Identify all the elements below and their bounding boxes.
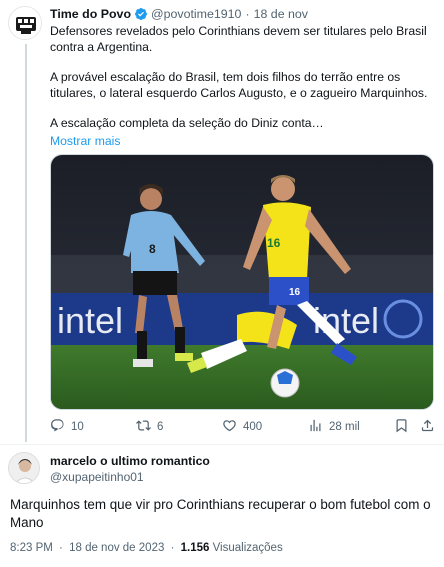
header-separator: · bbox=[245, 7, 250, 21]
meta-separator: · bbox=[170, 542, 175, 554]
share-button[interactable] bbox=[420, 418, 435, 436]
tweet-header: Time do Povo @povotime1910 · 18 de nov bbox=[50, 6, 436, 22]
reply-count: 10 bbox=[71, 421, 84, 433]
reply-time[interactable]: 8:23 PM bbox=[10, 542, 53, 554]
reply-author-handle[interactable]: @xupapeitinho01 bbox=[50, 470, 144, 484]
views-icon bbox=[308, 418, 323, 436]
tweet-actions: 10 6 400 28 mil bbox=[50, 418, 436, 436]
author-name[interactable]: Time do Povo bbox=[50, 6, 131, 22]
jersey-number: 16 bbox=[267, 236, 281, 250]
tweet-paragraph: Defensores revelados pelo Corinthians de… bbox=[50, 24, 427, 54]
retweet-button[interactable]: 6 bbox=[136, 418, 163, 436]
like-button[interactable]: 400 bbox=[222, 418, 262, 436]
tweet-media-photo[interactable]: intel intel 8 16 16 bbox=[50, 154, 434, 410]
divider bbox=[0, 444, 444, 445]
bookmark-button[interactable] bbox=[394, 418, 409, 436]
jersey-number: 8 bbox=[149, 242, 156, 256]
author-avatar[interactable] bbox=[8, 6, 42, 40]
verified-badge-icon bbox=[134, 7, 148, 21]
reply-views-label: Visualizações bbox=[212, 542, 283, 554]
tweet-paragraph: A provável escalação do Brasil, tem dois… bbox=[50, 70, 428, 100]
bookmark-icon bbox=[394, 418, 409, 436]
reply-views-count: 1.156 bbox=[180, 542, 210, 554]
reply-date[interactable]: 18 de nov de 2023 bbox=[69, 542, 164, 554]
tweet-date[interactable]: 18 de nov bbox=[254, 6, 308, 22]
thread-connector-line bbox=[25, 44, 27, 442]
reply-author-name[interactable]: marcelo o ultimo romantico bbox=[50, 454, 210, 468]
reply-author-avatar[interactable] bbox=[8, 452, 40, 484]
show-more-link[interactable]: Mostrar mais bbox=[50, 134, 120, 149]
author-handle[interactable]: @povotime1910 bbox=[151, 6, 241, 22]
soccer-match-photo: intel intel 8 16 16 bbox=[51, 155, 433, 409]
stadium-ad-text: intel bbox=[57, 300, 123, 341]
tweet-text: Defensores revelados pelo Corinthians de… bbox=[50, 24, 436, 132]
soccer-ball bbox=[270, 368, 300, 398]
reply-icon bbox=[50, 418, 65, 436]
like-icon bbox=[222, 418, 237, 436]
meta-separator: · bbox=[59, 542, 63, 554]
share-icon bbox=[420, 418, 435, 436]
views-count: 28 mil bbox=[329, 421, 360, 433]
reply-text: Marquinhos tem que vir pro Corinthians r… bbox=[10, 497, 431, 530]
retweet-icon bbox=[136, 418, 151, 436]
retweet-count: 6 bbox=[157, 421, 164, 433]
tweet[interactable]: Time do Povo @povotime1910 · 18 de nov D… bbox=[50, 6, 436, 150]
like-count: 400 bbox=[243, 421, 263, 433]
shorts-number: 16 bbox=[289, 287, 301, 298]
views-button[interactable]: 28 mil bbox=[308, 418, 360, 436]
reply-button[interactable]: 10 bbox=[50, 418, 84, 436]
tweet-paragraph: A escalação completa da seleção do Diniz… bbox=[50, 116, 324, 130]
reply-metadata: 8:23 PM · 18 de nov de 2023 · 1.156 Visu… bbox=[10, 542, 283, 554]
